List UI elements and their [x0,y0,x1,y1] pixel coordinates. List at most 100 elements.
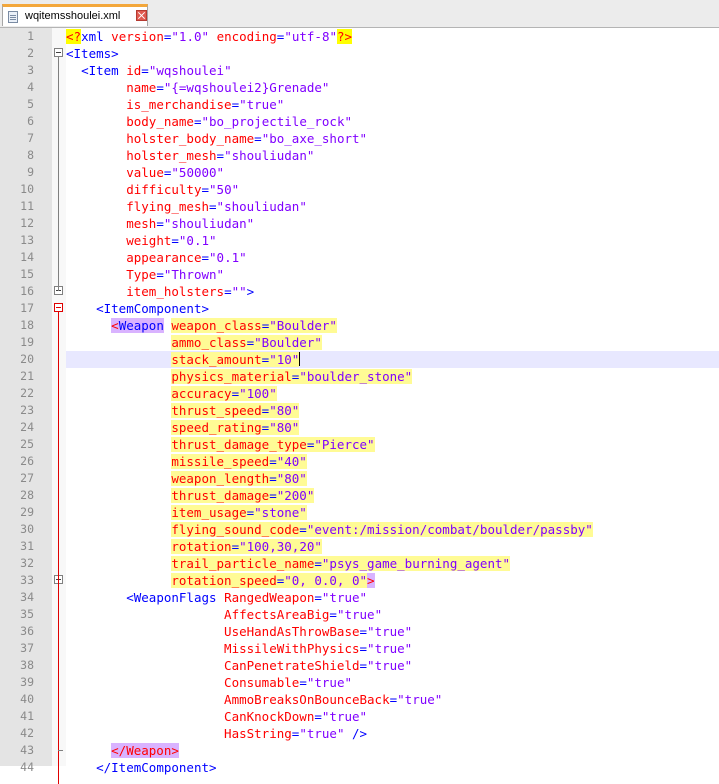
code-text[interactable]: <Weapon weapon_class="Boulder" [66,317,337,334]
code-text[interactable]: missile_speed="40" [66,453,307,470]
code-line[interactable]: 10 difficulty="50" [0,181,719,198]
code-line[interactable]: 32 trail_particle_name="psys_game_burnin… [0,555,719,572]
code-line[interactable]: 29 item_usage="stone" [0,504,719,521]
code-line[interactable]: 21 physics_material="boulder_stone" [0,368,719,385]
code-line[interactable]: 41 CanKnockDown="true" [0,708,719,725]
code-line[interactable]: 3 <Item id="wqshoulei" [0,62,719,79]
code-line[interactable]: 26 missile_speed="40" [0,453,719,470]
code-line[interactable]: 44 </ItemComponent> [0,759,719,776]
code-line[interactable]: 38 CanPenetrateShield="true" [0,657,719,674]
line-number: 9 [27,165,34,179]
line-number: 41 [20,709,34,723]
code-text[interactable]: ammo_class="Boulder" [66,334,322,351]
code-line[interactable]: 31 rotation="100,30,20" [0,538,719,555]
code-text[interactable]: holster_mesh="shouliudan" [66,147,314,164]
code-line[interactable]: 9 value="50000" [0,164,719,181]
code-text[interactable]: item_holsters=""> [66,283,254,300]
code-text[interactable]: name="{=wqshoulei2}Grenade" [66,79,329,96]
code-line[interactable]: 22 accuracy="100" [0,385,719,402]
code-line[interactable]: 11 flying_mesh="shouliudan" [0,198,719,215]
code-text[interactable]: thrust_speed="80" [66,402,300,419]
code-text[interactable]: rotation_speed="0, 0.0, 0"> [66,572,375,589]
code-text[interactable]: holster_body_name="bo_axe_short" [66,130,367,147]
code-line[interactable]: 7 holster_body_name="bo_axe_short" [0,130,719,147]
code-text[interactable]: weight="0.1" [66,232,216,249]
code-text[interactable]: body_name="bo_projectile_rock" [66,113,352,130]
code-line[interactable]: 13 weight="0.1" [0,232,719,249]
code-line[interactable]: 1 <?xml version="1.0" encoding="utf-8"?> [0,28,719,45]
code-line[interactable]: 37 MissileWithPhysics="true" [0,640,719,657]
code-text[interactable]: flying_mesh="shouliudan" [66,198,307,215]
code-text[interactable]: difficulty="50" [66,181,239,198]
code-text[interactable]: CanPenetrateShield="true" [66,657,412,674]
code-text[interactable]: Type="Thrown" [66,266,224,283]
code-line[interactable]: 14 appearance="0.1" [0,249,719,266]
code-text[interactable]: thrust_damage_type="Pierce" [66,436,375,453]
code-line[interactable]: 16 item_holsters=""> [0,283,719,300]
code-line[interactable]: 23 thrust_speed="80" [0,402,719,419]
code-text[interactable]: thrust_damage="200" [66,487,315,504]
code-text[interactable]: flying_sound_code="event:/mission/combat… [66,521,593,538]
fold-toggle-icon[interactable] [54,303,63,312]
code-text[interactable]: </ItemComponent> [66,759,216,776]
code-line[interactable]: 19 ammo_class="Boulder" [0,334,719,351]
code-line[interactable]: 8 holster_mesh="shouliudan" [0,147,719,164]
code-line[interactable]: 12 mesh="shouliudan" [0,215,719,232]
code-line[interactable]: 27 weapon_length="80" [0,470,719,487]
close-icon[interactable] [136,10,147,21]
code-text[interactable]: </Weapon> [66,742,179,759]
line-number: 43 [20,743,34,757]
code-text[interactable]: trail_particle_name="psys_game_burning_a… [66,555,511,572]
code-line[interactable]: 5 is_merchandise="true" [0,96,719,113]
code-text[interactable]: Consumable="true" [66,674,352,691]
code-text[interactable]: CanKnockDown="true" [66,708,367,725]
code-line[interactable]: 15 Type="Thrown" [0,266,719,283]
code-line[interactable]: 25 thrust_damage_type="Pierce" [0,436,719,453]
code-text[interactable]: stack_amount="10" [66,351,301,368]
fold-toggle-icon[interactable] [54,48,63,57]
code-text[interactable]: AffectsAreaBig="true" [66,606,382,623]
code-line[interactable]: 40 AmmoBreaksOnBounceBack="true" [0,691,719,708]
code-line[interactable]: 34 <WeaponFlags RangedWeapon="true" [0,589,719,606]
code-text[interactable]: is_merchandise="true" [66,96,284,113]
code-text[interactable]: mesh="shouliudan" [66,215,254,232]
code-text[interactable]: UseHandAsThrowBase="true" [66,623,412,640]
code-text[interactable]: <?xml version="1.0" encoding="utf-8"?> [66,28,353,45]
code-text[interactable]: speed_rating="80" [66,419,300,436]
code-line[interactable]: 39 Consumable="true" [0,674,719,691]
code-line[interactable]: 18 <Weapon weapon_class="Boulder" [0,317,719,334]
code-text[interactable]: rotation="100,30,20" [66,538,322,555]
code-line[interactable]: 4 name="{=wqshoulei2}Grenade" [0,79,719,96]
tab-file[interactable]: wqitemsshoulei.xml [2,4,148,26]
line-number: 28 [20,488,34,502]
code-line[interactable]: 42 HasString="true" /> [0,725,719,742]
code-text[interactable]: item_usage="stone" [66,504,307,521]
code-text[interactable]: accuracy="100" [66,385,277,402]
code-line[interactable]: 2 <Items> [0,45,719,62]
code-text[interactable]: AmmoBreaksOnBounceBack="true" [66,691,442,708]
code-text[interactable]: <ItemComponent> [66,300,209,317]
code-line[interactable]: 17 <ItemComponent> [0,300,719,317]
line-number: 6 [27,114,34,128]
code-line[interactable]: 36 UseHandAsThrowBase="true" [0,623,719,640]
code-line[interactable]: 33 rotation_speed="0, 0.0, 0"> [0,572,719,589]
code-line[interactable]: 6 body_name="bo_projectile_rock" [0,113,719,130]
line-number: 31 [20,539,34,553]
code-line[interactable]: 24 speed_rating="80" [0,419,719,436]
code-text[interactable]: <Item id="wqshoulei" [66,62,232,79]
code-text[interactable]: value="50000" [66,164,224,181]
code-line[interactable]: 30 flying_sound_code="event:/mission/com… [0,521,719,538]
code-text[interactable]: <WeaponFlags RangedWeapon="true" [66,589,367,606]
code-line[interactable]: 43 </Weapon> [0,742,719,759]
line-number: 26 [20,454,34,468]
code-line[interactable]: 28 thrust_damage="200" [0,487,719,504]
code-text[interactable]: weapon_length="80" [66,470,307,487]
code-line[interactable]: 35 AffectsAreaBig="true" [0,606,719,623]
line-number: 18 [20,318,34,332]
code-text[interactable]: physics_material="boulder_stone" [66,368,413,385]
code-text[interactable]: appearance="0.1" [66,249,246,266]
code-text[interactable]: <Items> [66,45,119,62]
code-text[interactable]: MissileWithPhysics="true" [66,640,412,657]
code-line[interactable]: 20 stack_amount="10" [0,351,719,368]
code-text[interactable]: HasString="true" /> [66,725,367,742]
